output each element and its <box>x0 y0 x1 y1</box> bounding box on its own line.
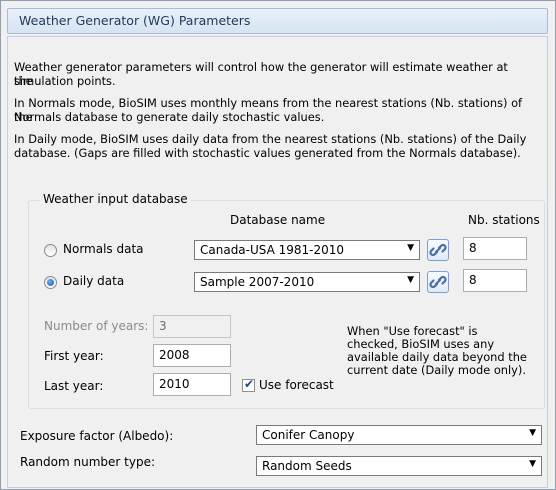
weather-input-group-title: Weather input database <box>40 192 191 206</box>
description-line-5: In Daily mode, BioSIM uses daily data fr… <box>14 132 527 146</box>
number-of-years-value: 3 <box>159 319 167 333</box>
daily-radio[interactable] <box>44 276 57 289</box>
normals-database-select[interactable]: Canada-USA 1981-2010 ▼ <box>194 240 420 260</box>
normals-radio[interactable] <box>44 244 57 257</box>
chevron-down-icon: ▼ <box>529 428 536 438</box>
chevron-down-icon: ▼ <box>407 243 414 253</box>
normals-label: Normals data <box>63 242 144 256</box>
daily-stations-value: 8 <box>469 273 477 287</box>
normals-link-button[interactable] <box>427 239 449 261</box>
first-year-input[interactable]: 2008 <box>153 344 231 367</box>
use-forecast-label: Use forecast <box>259 378 334 392</box>
nb-stations-header: Nb. stations <box>468 213 540 227</box>
daily-database-select[interactable]: Sample 2007-2010 ▼ <box>194 272 420 292</box>
normals-stations-input[interactable]: 8 <box>463 237 527 260</box>
random-number-type-select[interactable]: Random Seeds ▼ <box>256 456 542 476</box>
normals-stations-value: 8 <box>469 241 477 255</box>
daily-link-button[interactable] <box>427 271 449 293</box>
database-name-header: Database name <box>230 213 326 227</box>
description-line-4: Normals database to generate daily stoch… <box>14 110 325 124</box>
chevron-down-icon: ▼ <box>529 459 536 469</box>
first-year-value: 2008 <box>159 348 190 362</box>
checkmark-icon: ✔ <box>244 377 255 391</box>
random-number-type-label: Random number type: <box>20 455 155 469</box>
radio-selected-dot <box>47 279 54 286</box>
exposure-factor-value: Conifer Canopy <box>262 428 355 442</box>
number-of-years-input: 3 <box>153 315 231 338</box>
exposure-factor-label: Exposure factor (Albedo): <box>20 429 174 443</box>
first-year-label: First year: <box>44 349 104 363</box>
title-bar: Weather Generator (WG) Parameters <box>7 8 548 34</box>
last-year-input[interactable]: 2010 <box>153 373 231 396</box>
forecast-note-line-4: current date (Daily mode only). <box>347 363 526 377</box>
exposure-factor-select[interactable]: Conifer Canopy ▼ <box>256 425 542 445</box>
chevron-down-icon: ▼ <box>407 275 414 285</box>
normals-database-value: Canada-USA 1981-2010 <box>200 243 345 257</box>
daily-label: Daily data <box>63 274 125 288</box>
last-year-value: 2010 <box>159 377 190 391</box>
description-line-2: simulation points. <box>14 74 116 88</box>
wg-parameters-dialog: Weather Generator (WG) Parameters Weathe… <box>0 0 556 490</box>
link-icon <box>429 243 447 257</box>
daily-database-value: Sample 2007-2010 <box>200 275 315 289</box>
last-year-label: Last year: <box>44 379 104 393</box>
description-line-6: database. (Gaps are filled with stochast… <box>14 146 521 160</box>
use-forecast-checkbox[interactable]: ✔ <box>242 377 255 392</box>
window-title: Weather Generator (WG) Parameters <box>19 13 251 28</box>
link-icon <box>429 275 447 289</box>
daily-stations-input[interactable]: 8 <box>463 269 527 292</box>
random-number-type-value: Random Seeds <box>262 459 352 473</box>
number-of-years-label: Number of years: <box>44 319 149 333</box>
